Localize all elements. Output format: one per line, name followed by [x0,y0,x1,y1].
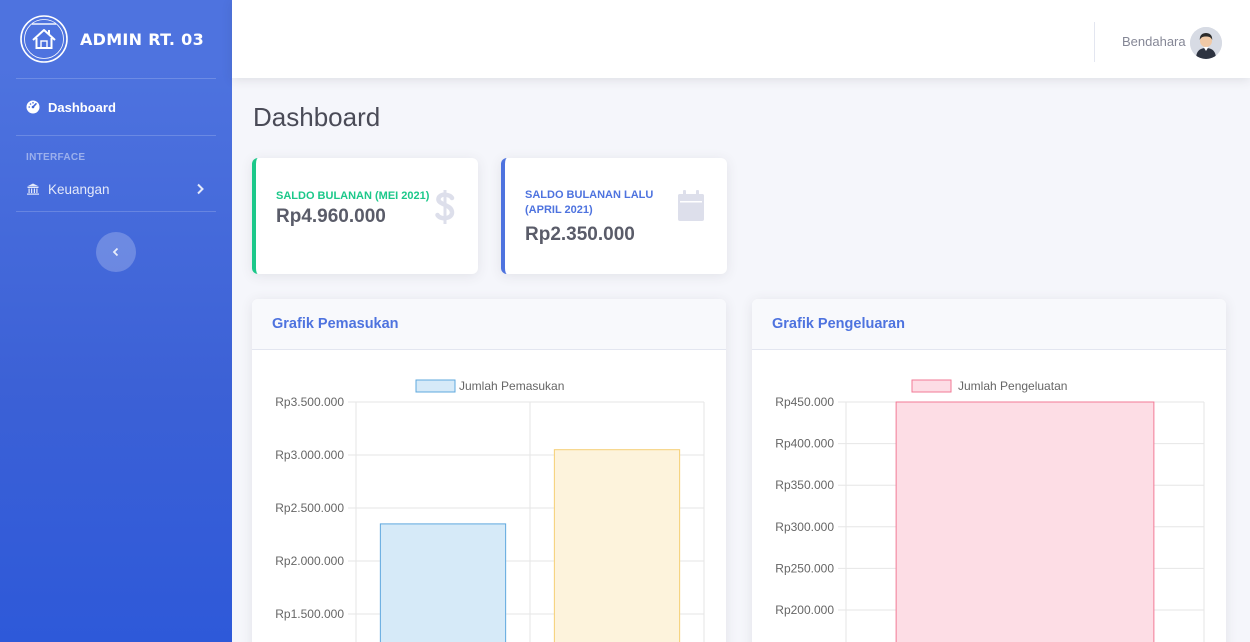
sidebar-item-keuangan[interactable]: Keuangan [0,167,232,211]
stat-label: SALDO BULANAN (MEI 2021) [276,190,430,202]
page-title: Dashboard [253,102,381,132]
user-name[interactable]: Bendahara [1122,34,1186,49]
legend-swatch[interactable] [911,379,952,393]
y-tick-label: Rp450.000 [775,395,834,409]
chart-pemasukan: Jumlah Pemasukan Rp3.500.000 Rp3.000.000 Rp… [275,379,705,642]
y-tick-label: Rp2.000.000 [275,554,344,568]
sidebar-divider [16,211,216,212]
bar[interactable] [895,401,1155,642]
y-tick-label: Rp1.500.000 [275,607,344,621]
sidebar-toggle-button[interactable] [96,232,136,272]
sidebar-brand[interactable]: ADMIN RT. 03 [0,0,232,78]
avatar[interactable] [1190,27,1222,59]
dollar-icon [435,190,455,224]
y-tick-label: Rp2.500.000 [275,501,344,515]
sidebar-brand-text: ADMIN RT. 03 [79,29,205,49]
university-icon [27,183,39,195]
topbar: Bendahara [232,0,1250,78]
chart-card-pemasukan: Grafik Pemasukan Jumlah Pemasukan Rp3.500… [252,299,726,642]
y-tick-label: Rp350.000 [775,478,834,492]
topbar-divider [1094,22,1095,62]
chart-header: Grafik Pemasukan [252,299,726,350]
legend-label[interactable]: Jumlah Pemasukan [459,379,564,393]
house-logo-icon [20,15,68,63]
sidebar: ADMIN RT. 03 Dashboard INTERFACE Keuanga… [0,0,232,642]
legend-swatch[interactable] [415,379,456,393]
chart-title: Grafik Pengeluaran [772,316,905,332]
y-tick-label: Rp250.000 [775,561,834,575]
chart-header: Grafik Pengeluaran [752,299,1226,350]
stat-label: SALDO BULANAN LALU (APRIL 2021) [525,189,654,216]
legend-label[interactable]: Jumlah Pengeluatan [958,379,1067,393]
bar[interactable] [379,523,507,642]
user-avatar-icon [1190,27,1222,59]
chevron-left-icon [112,247,119,257]
y-tick-label: Rp3.500.000 [275,395,344,409]
stat-card-saldo-bulanan-lalu: SALDO BULANAN LALU (APRIL 2021) Rp2.350.… [501,158,727,274]
sidebar-item-label: Dashboard [48,99,116,115]
tachometer-icon [26,100,40,114]
stat-value: Rp4.960.000 [276,206,386,227]
calendar-icon [678,190,704,221]
sidebar-item-dashboard[interactable]: Dashboard [0,79,232,135]
y-tick-label: Rp400.000 [775,437,834,451]
chart-card-pengeluaran: Grafik Pengeluaran Jumlah Pengeluatan Rp4… [752,299,1226,642]
stat-value: Rp2.350.000 [525,224,635,245]
chevron-right-icon [197,183,204,195]
chart-title: Grafik Pemasukan [272,316,399,332]
chart-pengeluaran: Jumlah Pengeluatan Rp450.000 Rp400.000 Rp35… [775,379,1205,642]
bar[interactable] [553,449,681,642]
y-tick-label: Rp200.000 [775,603,834,617]
stat-card-saldo-bulanan: SALDO BULANAN (MEI 2021) Rp4.960.000 [252,158,478,274]
y-tick-label: Rp300.000 [775,520,834,534]
sidebar-heading: INTERFACE [26,152,86,163]
y-tick-label: Rp3.000.000 [275,448,344,462]
sidebar-item-label: Keuangan [48,181,110,197]
